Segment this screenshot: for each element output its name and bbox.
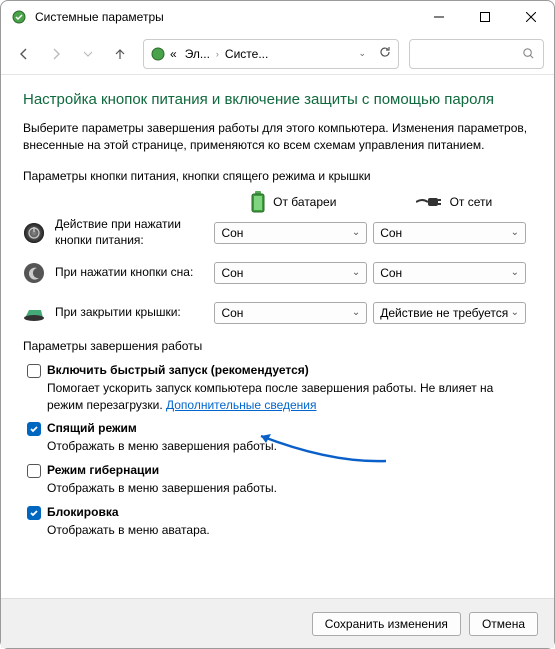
lid-battery-dropdown[interactable]: Сон⌄ — [214, 302, 367, 324]
power-button-label: Действие при нажатии кнопки питания: — [55, 217, 214, 248]
sleep-button-row: При нажатии кнопки сна: Сон⌄ Сон⌄ — [23, 253, 532, 293]
lid-ac-dropdown[interactable]: Действие не требуется⌄ — [373, 302, 526, 324]
lock-checkbox[interactable] — [27, 506, 41, 520]
save-button[interactable]: Сохранить изменения — [312, 612, 461, 636]
page-title: Настройка кнопок питания и включение защ… — [23, 91, 532, 108]
lock-desc: Отображать в меню аватара. — [47, 522, 532, 539]
sleep-desc: Отображать в меню завершения работы. — [47, 438, 532, 455]
search-input[interactable] — [409, 39, 544, 69]
battery-column-header: От батареи — [216, 191, 372, 213]
search-icon — [522, 47, 535, 60]
lid-label: При закрытии крышки: — [55, 305, 214, 321]
power-grid-header: От батареи От сети — [23, 191, 532, 213]
breadcrumb-item-1[interactable]: Эл... — [181, 47, 214, 61]
content-area: Настройка кнопок питания и включение защ… — [1, 75, 554, 539]
ac-label: От сети — [450, 195, 493, 209]
footer: Сохранить изменения Отмена — [1, 598, 554, 648]
lid-row: При закрытии крышки: Сон⌄ Действие не тр… — [23, 293, 532, 333]
power-button-row: Действие при нажатии кнопки питания: Сон… — [23, 213, 532, 253]
shutdown-section-title: Параметры завершения работы — [23, 339, 532, 353]
sleep-button-ac-dropdown[interactable]: Сон⌄ — [373, 262, 526, 284]
chevron-down-icon: ⌄ — [352, 267, 360, 278]
chevron-down-icon: ⌄ — [511, 227, 519, 238]
fast-startup-checkbox[interactable] — [27, 364, 41, 378]
address-icon — [150, 46, 166, 62]
page-description: Выберите параметры завершения работы для… — [23, 120, 532, 155]
chevron-down-icon: ⌄ — [352, 307, 360, 318]
sleep-label: Спящий режим — [47, 421, 137, 435]
back-button[interactable] — [11, 41, 37, 67]
sleep-button-label: При нажатии кнопки сна: — [55, 265, 214, 281]
power-button-ac-dropdown[interactable]: Сон⌄ — [373, 222, 526, 244]
hibernate-checkbox[interactable] — [27, 464, 41, 478]
system-icon — [11, 9, 27, 25]
chevron-down-icon: ⌄ — [352, 227, 360, 238]
breadcrumb-item-2[interactable]: Систе... — [221, 47, 272, 61]
chevron-down-icon: ⌄ — [511, 307, 519, 318]
hibernate-item: Режим гибернации Отображать в меню завер… — [23, 463, 532, 497]
laptop-lid-icon — [23, 302, 45, 324]
recent-dropdown[interactable] — [75, 41, 101, 67]
fast-startup-item: Включить быстрый запуск (рекомендуется) … — [23, 363, 532, 414]
address-chevron-icon[interactable]: ⌄ — [356, 48, 368, 59]
shutdown-options: Включить быстрый запуск (рекомендуется) … — [23, 363, 532, 539]
chevron-right-icon: › — [214, 49, 221, 59]
minimize-button[interactable] — [416, 1, 462, 33]
lock-item: Блокировка Отображать в меню аватара. — [23, 505, 532, 539]
power-button-battery-dropdown[interactable]: Сон⌄ — [214, 222, 367, 244]
forward-button[interactable] — [43, 41, 69, 67]
navbar: « Эл... › Систе... ⌄ — [1, 33, 554, 75]
breadcrumb-prefix: « — [166, 47, 181, 61]
address-bar[interactable]: « Эл... › Систе... ⌄ — [143, 39, 399, 69]
power-buttons-section-title: Параметры кнопки питания, кнопки спящего… — [23, 169, 532, 183]
lock-label: Блокировка — [47, 505, 119, 519]
cancel-button[interactable]: Отмена — [469, 612, 538, 636]
battery-label: От батареи — [273, 195, 336, 209]
window-controls — [416, 1, 554, 33]
power-grid: От батареи От сети Действие при нажатии … — [23, 191, 532, 333]
hibernate-desc: Отображать в меню завершения работы. — [47, 480, 532, 497]
ac-column-header: От сети — [376, 195, 532, 209]
up-button[interactable] — [107, 41, 133, 67]
titlebar: Системные параметры — [1, 1, 554, 33]
hibernate-label: Режим гибернации — [47, 463, 159, 477]
sleep-button-icon — [23, 262, 45, 284]
more-info-link[interactable]: Дополнительные сведения — [166, 398, 316, 412]
chevron-down-icon: ⌄ — [511, 267, 519, 278]
window-title: Системные параметры — [35, 10, 416, 24]
battery-icon — [251, 191, 265, 213]
sleep-button-battery-dropdown[interactable]: Сон⌄ — [214, 262, 367, 284]
plug-icon — [416, 196, 442, 208]
sleep-item: Спящий режим Отображать в меню завершени… — [23, 421, 532, 455]
power-button-icon — [23, 222, 45, 244]
maximize-button[interactable] — [462, 1, 508, 33]
fast-startup-label: Включить быстрый запуск (рекомендуется) — [47, 363, 309, 377]
close-button[interactable] — [508, 1, 554, 33]
fast-startup-desc: Помогает ускорить запуск компьютера посл… — [47, 380, 532, 414]
refresh-button[interactable] — [378, 45, 392, 62]
sleep-checkbox[interactable] — [27, 422, 41, 436]
